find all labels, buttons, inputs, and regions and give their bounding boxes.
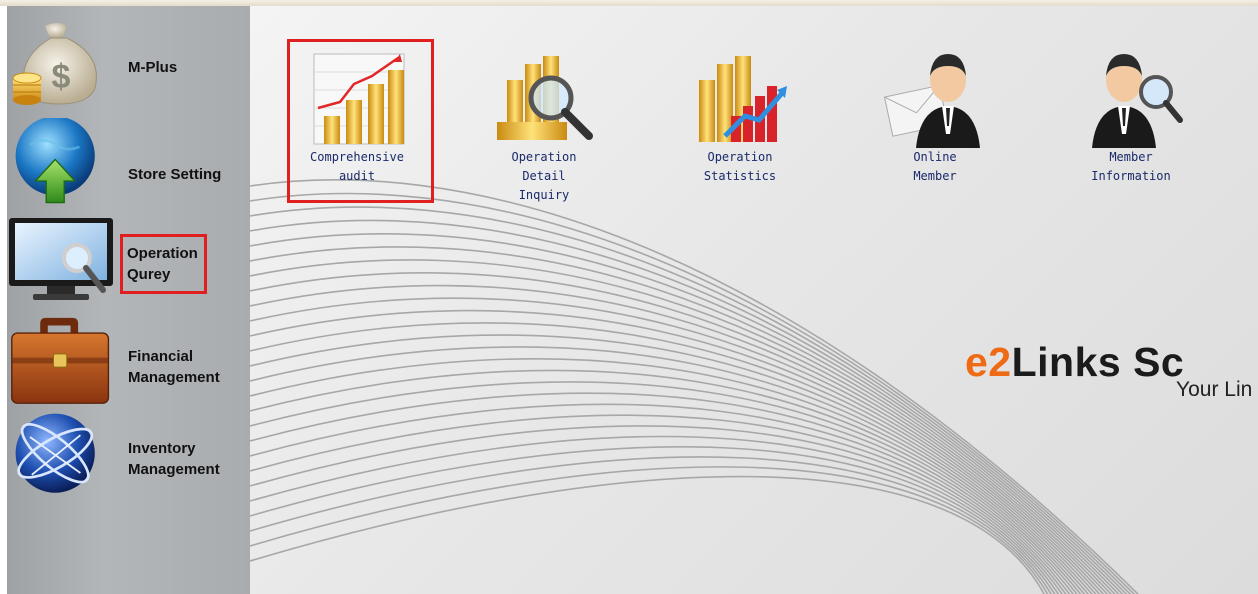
- main-panel: Comprehensive audit Operation Detail Inq…: [250, 6, 1258, 594]
- wave-line: [250, 475, 1045, 594]
- svg-text:$: $: [52, 58, 71, 96]
- sidebar-item-label-highlighted: Operation Qurey: [120, 234, 207, 294]
- tile-label: Member Information: [1091, 150, 1171, 183]
- globe-network-icon: [15, 413, 95, 493]
- sidebar-item-label: Inventory Management: [128, 440, 220, 478]
- sidebar-item-label: Store Setting: [128, 166, 222, 183]
- wave-line: [250, 206, 1132, 594]
- wave-line: [250, 466, 1049, 594]
- sidebar-item-store-setting[interactable]: Store Setting: [7, 118, 250, 218]
- brand-logo-text: e2Links Sc: [965, 339, 1184, 386]
- coins-bar-chart-icon: [699, 56, 787, 142]
- sidebar-item-operation-qurey[interactable]: Operation Qurey: [7, 218, 250, 318]
- tile-label: Operation Statistics: [703, 150, 777, 183]
- wave-line: [250, 435, 1060, 594]
- tile-label: Online Member: [913, 150, 957, 183]
- member-envelope-icon: [883, 54, 980, 148]
- tile-label: Operation Detail Inquiry: [511, 150, 577, 202]
- sidebar-item-label: Financial Management: [128, 348, 220, 386]
- monitor-search-icon: [9, 218, 113, 300]
- money-bag-icon: $: [12, 23, 97, 105]
- member-search-icon: [1092, 54, 1183, 148]
- sidebar: $ M-Plus Store Setting Operation Qurey F…: [7, 6, 250, 594]
- chart-coins-icon: [313, 53, 405, 145]
- sidebar-item-m-plus[interactable]: $ M-Plus: [7, 20, 250, 120]
- tile-comprehensive-audit[interactable]: Comprehensive audit: [284, 50, 430, 186]
- briefcase-icon: [11, 317, 110, 404]
- tile-online-member[interactable]: Online Member: [862, 50, 1008, 186]
- tile-operation-detail-inquiry[interactable]: Operation Detail Inquiry: [471, 50, 617, 205]
- wave-line: [250, 246, 1120, 594]
- wave-line: [250, 456, 1052, 594]
- brand-name: Links Sc: [1011, 339, 1185, 385]
- brand-prefix: e2: [965, 339, 1012, 385]
- coins-magnifier-icon: [497, 56, 593, 140]
- globe-upload-icon: [15, 118, 95, 204]
- tile-label: Comprehensive audit: [310, 150, 404, 183]
- sidebar-item-financial-management[interactable]: Financial Management: [7, 316, 250, 416]
- brand-tagline: Your Lin: [1176, 378, 1253, 401]
- tile-member-information[interactable]: Member Information: [1058, 50, 1204, 186]
- sidebar-item-inventory-management[interactable]: Inventory Management: [7, 410, 250, 510]
- tile-operation-statistics[interactable]: Operation Statistics: [667, 50, 813, 186]
- sidebar-item-label: M-Plus: [128, 59, 178, 76]
